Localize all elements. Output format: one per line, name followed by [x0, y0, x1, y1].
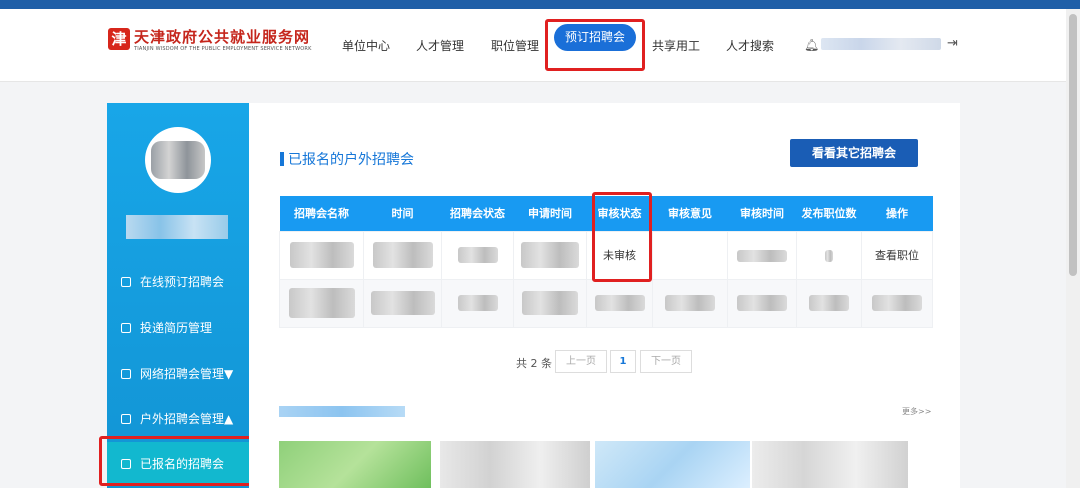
- sidebar-item-resume-management[interactable]: 投递简历管理: [107, 306, 249, 350]
- cell-blurred: [513, 230, 587, 280]
- nav-talent-search[interactable]: 人才搜索: [726, 37, 774, 54]
- fair-card-blurred[interactable]: [752, 441, 908, 488]
- nav-talent-management[interactable]: 人才管理: [416, 37, 464, 54]
- page-title: 已报名的户外招聘会: [280, 149, 414, 169]
- highlight-box-sidebar: [99, 436, 254, 486]
- sidebar-item-outdoor-fair-management[interactable]: 户外招聘会管理▲: [107, 397, 249, 441]
- view-other-fairs-button[interactable]: 看看其它招聘会: [790, 139, 918, 167]
- logout-icon[interactable]: ⇥: [947, 36, 958, 51]
- more-link[interactable]: 更多>>: [902, 406, 931, 417]
- sidebar-item-label: 网络招聘会管理▼: [140, 367, 234, 381]
- briefcase-icon: [121, 369, 131, 379]
- column-header: 时间: [363, 196, 442, 231]
- column-header: 操作: [861, 196, 933, 231]
- prev-page-button[interactable]: 上一页: [555, 350, 607, 373]
- highlight-box-review-status: [592, 192, 652, 282]
- column-header: 发布职位数: [796, 196, 862, 231]
- fair-card-blurred[interactable]: [440, 441, 590, 488]
- column-header: 招聘会名称: [279, 196, 364, 231]
- sidebar-item-online-fair-management[interactable]: 网络招聘会管理▼: [107, 352, 249, 396]
- cell-blurred: [796, 230, 862, 280]
- cell-blurred: [513, 278, 587, 328]
- avatar-image-blurred: [151, 141, 205, 179]
- cell-blurred: [279, 230, 364, 280]
- column-header: 审核意见: [652, 196, 728, 231]
- review-comment-cell: [652, 230, 728, 280]
- column-header: 审核时间: [727, 196, 797, 231]
- next-page-button[interactable]: 下一页: [640, 350, 692, 373]
- page-number-button[interactable]: 1: [610, 350, 636, 373]
- highlight-box-nav: [545, 19, 645, 71]
- cell-blurred: [441, 278, 514, 328]
- user-name-blurred[interactable]: [821, 38, 941, 50]
- sidebar-item-label: 投递简历管理: [140, 321, 213, 335]
- pager-total: 共 2 条: [516, 357, 552, 370]
- cell-blurred: [441, 230, 514, 280]
- nav-unit-center[interactable]: 单位中心: [342, 37, 390, 54]
- calendar-icon: [121, 277, 131, 287]
- title-bar-icon: [280, 152, 284, 166]
- page-title-text: 已报名的户外招聘会: [288, 152, 414, 168]
- sidebar-item-online-booking[interactable]: 在线预订招聘会: [107, 260, 249, 304]
- cell-blurred: [363, 230, 442, 280]
- sidebar-item-label: 户外招聘会管理▲: [140, 412, 234, 426]
- cell-blurred: [586, 278, 653, 328]
- cell-blurred: [652, 278, 728, 328]
- cell-blurred: [796, 278, 862, 328]
- fair-thumbnail-image[interactable]: [595, 441, 750, 488]
- company-name-blurred: [126, 215, 228, 239]
- nav-job-management[interactable]: 职位管理: [491, 37, 539, 54]
- section-heading-blurred: [279, 406, 405, 417]
- scrollbar-thumb[interactable]: [1069, 14, 1077, 276]
- cell-blurred: [727, 230, 797, 280]
- column-header: 申请时间: [513, 196, 587, 231]
- table-row: [279, 278, 933, 328]
- column-header: 招聘会状态: [441, 196, 514, 231]
- bell-icon[interactable]: 🔔︎: [804, 38, 819, 52]
- site-logo-subtitle: TIANJIN WISDOM OF THE PUBLIC EMPLOYMENT …: [134, 46, 312, 52]
- briefcase-icon: [121, 323, 131, 333]
- view-jobs-link[interactable]: 查看职位: [861, 230, 933, 280]
- fair-thumbnail-image[interactable]: [279, 441, 431, 488]
- top-strip: [0, 0, 1080, 9]
- logo-icon: 津: [108, 28, 130, 50]
- briefcase-icon: [121, 414, 131, 424]
- cell-blurred: [861, 278, 933, 328]
- cell-blurred: [279, 278, 364, 328]
- cell-blurred: [727, 278, 797, 328]
- site-logo-title[interactable]: 天津政府公共就业服务网: [134, 26, 310, 47]
- cell-blurred: [363, 278, 442, 328]
- sidebar-item-label: 在线预订招聘会: [140, 275, 225, 289]
- nav-shared-employment[interactable]: 共享用工: [652, 37, 700, 54]
